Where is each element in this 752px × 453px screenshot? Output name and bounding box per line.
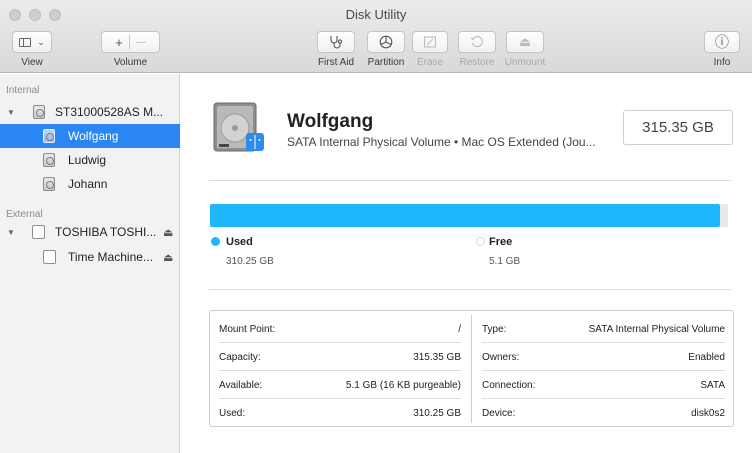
info-row-capacity: Capacity: 315.35 GB <box>219 343 461 371</box>
sidebar-icon <box>19 37 32 47</box>
sidebar-item-internal-disk[interactable]: ▼ ST31000528AS M... <box>0 100 180 124</box>
view-label: View <box>21 57 43 68</box>
erase-label: Erase <box>416 57 444 68</box>
info-key: Type: <box>482 324 507 335</box>
sidebar-item-label: Time Machine... <box>68 250 153 264</box>
partition-label: Partition <box>367 57 405 68</box>
volume-label: Volume <box>113 57 148 68</box>
hard-drive-icon <box>213 102 264 152</box>
volume-subtitle: SATA Internal Physical Volume • Mac OS E… <box>287 135 596 149</box>
info-key: Connection: <box>482 380 536 391</box>
info-row-device: Device: disk0s2 <box>482 399 725 427</box>
sidebar-item-label: ST31000528AS M... <box>55 105 164 119</box>
sidebar-item-label: TOSHIBA TOSHI... <box>55 225 157 239</box>
partition-icon <box>379 35 393 49</box>
volume-icon <box>43 177 55 191</box>
divider <box>209 180 732 181</box>
volume-info-table: Mount Point: / Capacity: 315.35 GB Avail… <box>209 310 734 427</box>
sidebar-section-external: External <box>6 209 43 220</box>
used-legend-value: 310.25 GB <box>226 256 274 267</box>
sidebar-item-external-disk[interactable]: ▼ TOSHIBA TOSHI... ⏏ <box>0 220 180 244</box>
info-label: Info <box>713 57 731 68</box>
info-row-owners: Owners: Enabled <box>482 343 725 371</box>
used-legend-dot <box>211 237 220 246</box>
internal-disk-icon <box>33 105 45 119</box>
info-button[interactable]: ⓘ <box>704 31 740 53</box>
used-legend-label: Used <box>226 236 253 248</box>
sidebar-item-ludwig[interactable]: Ludwig <box>0 148 180 172</box>
info-value: disk0s2 <box>691 408 725 419</box>
disclosure-triangle-icon[interactable]: ▼ <box>7 228 15 237</box>
external-disk-icon <box>32 225 45 239</box>
divider <box>209 289 732 290</box>
first-aid-button[interactable] <box>317 31 355 53</box>
restore-label: Restore <box>459 57 495 68</box>
info-row-available: Available: 5.1 GB (16 KB purgeable) <box>219 371 461 399</box>
add-volume-button[interactable]: + <box>115 35 123 50</box>
restore-icon <box>470 36 483 48</box>
eject-icon: ⏏ <box>518 34 532 49</box>
volume-icon <box>43 153 55 167</box>
info-icon: ⓘ <box>715 34 729 50</box>
info-row-type: Type: SATA Internal Physical Volume <box>482 315 725 343</box>
partition-button[interactable] <box>367 31 405 53</box>
info-key: Owners: <box>482 352 520 363</box>
free-legend-dot <box>476 237 485 246</box>
sidebar-item-label: Ludwig <box>68 153 107 167</box>
sidebar-item-label: Wolfgang <box>68 129 119 143</box>
chevron-down-icon: ⌄ <box>37 36 45 47</box>
sidebar-section-internal: Internal <box>6 85 40 96</box>
unmount-button[interactable]: ⏏ <box>506 31 544 53</box>
eject-icon[interactable]: ⏏ <box>163 226 173 239</box>
info-row-connection: Connection: SATA <box>482 371 725 399</box>
unmount-label: Unmount <box>504 57 546 68</box>
info-value: SATA Internal Physical Volume <box>588 324 725 335</box>
stethoscope-icon <box>330 36 343 49</box>
capacity-value: 315.35 GB <box>642 119 714 136</box>
sidebar-item-johann[interactable]: Johann <box>0 172 180 196</box>
restore-button[interactable] <box>458 31 496 53</box>
column-divider <box>471 315 472 423</box>
info-value: SATA <box>700 380 725 391</box>
volume-segmented-control[interactable]: + — <box>101 31 160 53</box>
volume-icon <box>43 129 55 143</box>
window-toolbar: Disk Utility ⌄ View + — Volume First Aid… <box>0 0 752 73</box>
window-title: Disk Utility <box>345 7 407 22</box>
info-key: Device: <box>482 408 516 419</box>
sidebar-item-time-machine[interactable]: Time Machine... ⏏ <box>0 245 180 269</box>
external-volume-icon <box>43 250 56 264</box>
info-key: Available: <box>219 380 263 391</box>
disclosure-triangle-icon[interactable]: ▼ <box>7 108 15 117</box>
eject-icon[interactable]: ⏏ <box>163 251 173 264</box>
view-button[interactable]: ⌄ <box>12 31 52 53</box>
erase-button[interactable] <box>412 31 448 53</box>
info-key: Used: <box>219 408 246 419</box>
info-row-used: Used: 310.25 GB <box>219 399 461 427</box>
sidebar-item-wolfgang[interactable]: Wolfgang <box>0 124 180 148</box>
info-key: Capacity: <box>219 352 261 363</box>
info-value: 5.1 GB (16 KB purgeable) <box>345 380 461 391</box>
info-key: Mount Point: <box>219 324 276 335</box>
first-aid-label: First Aid <box>317 57 355 68</box>
info-row-mount-point: Mount Point: / <box>219 315 461 343</box>
free-legend-value: 5.1 GB <box>489 256 521 267</box>
info-value: 310.25 GB <box>413 408 461 419</box>
erase-icon <box>423 36 437 48</box>
capacity-box: 315.35 GB <box>623 110 733 145</box>
volume-title: Wolfgang <box>287 111 374 132</box>
info-value: / <box>458 324 461 335</box>
info-value: Enabled <box>688 352 725 363</box>
remove-volume-button[interactable]: — <box>136 37 146 48</box>
usage-bar-used <box>210 204 720 227</box>
sidebar-item-label: Johann <box>68 177 108 191</box>
sidebar: Internal ▼ ST31000528AS M... Wolfgang Lu… <box>0 74 180 453</box>
usage-bar-free <box>720 204 728 227</box>
free-legend-label: Free <box>489 236 513 248</box>
info-value: 315.35 GB <box>413 352 461 363</box>
